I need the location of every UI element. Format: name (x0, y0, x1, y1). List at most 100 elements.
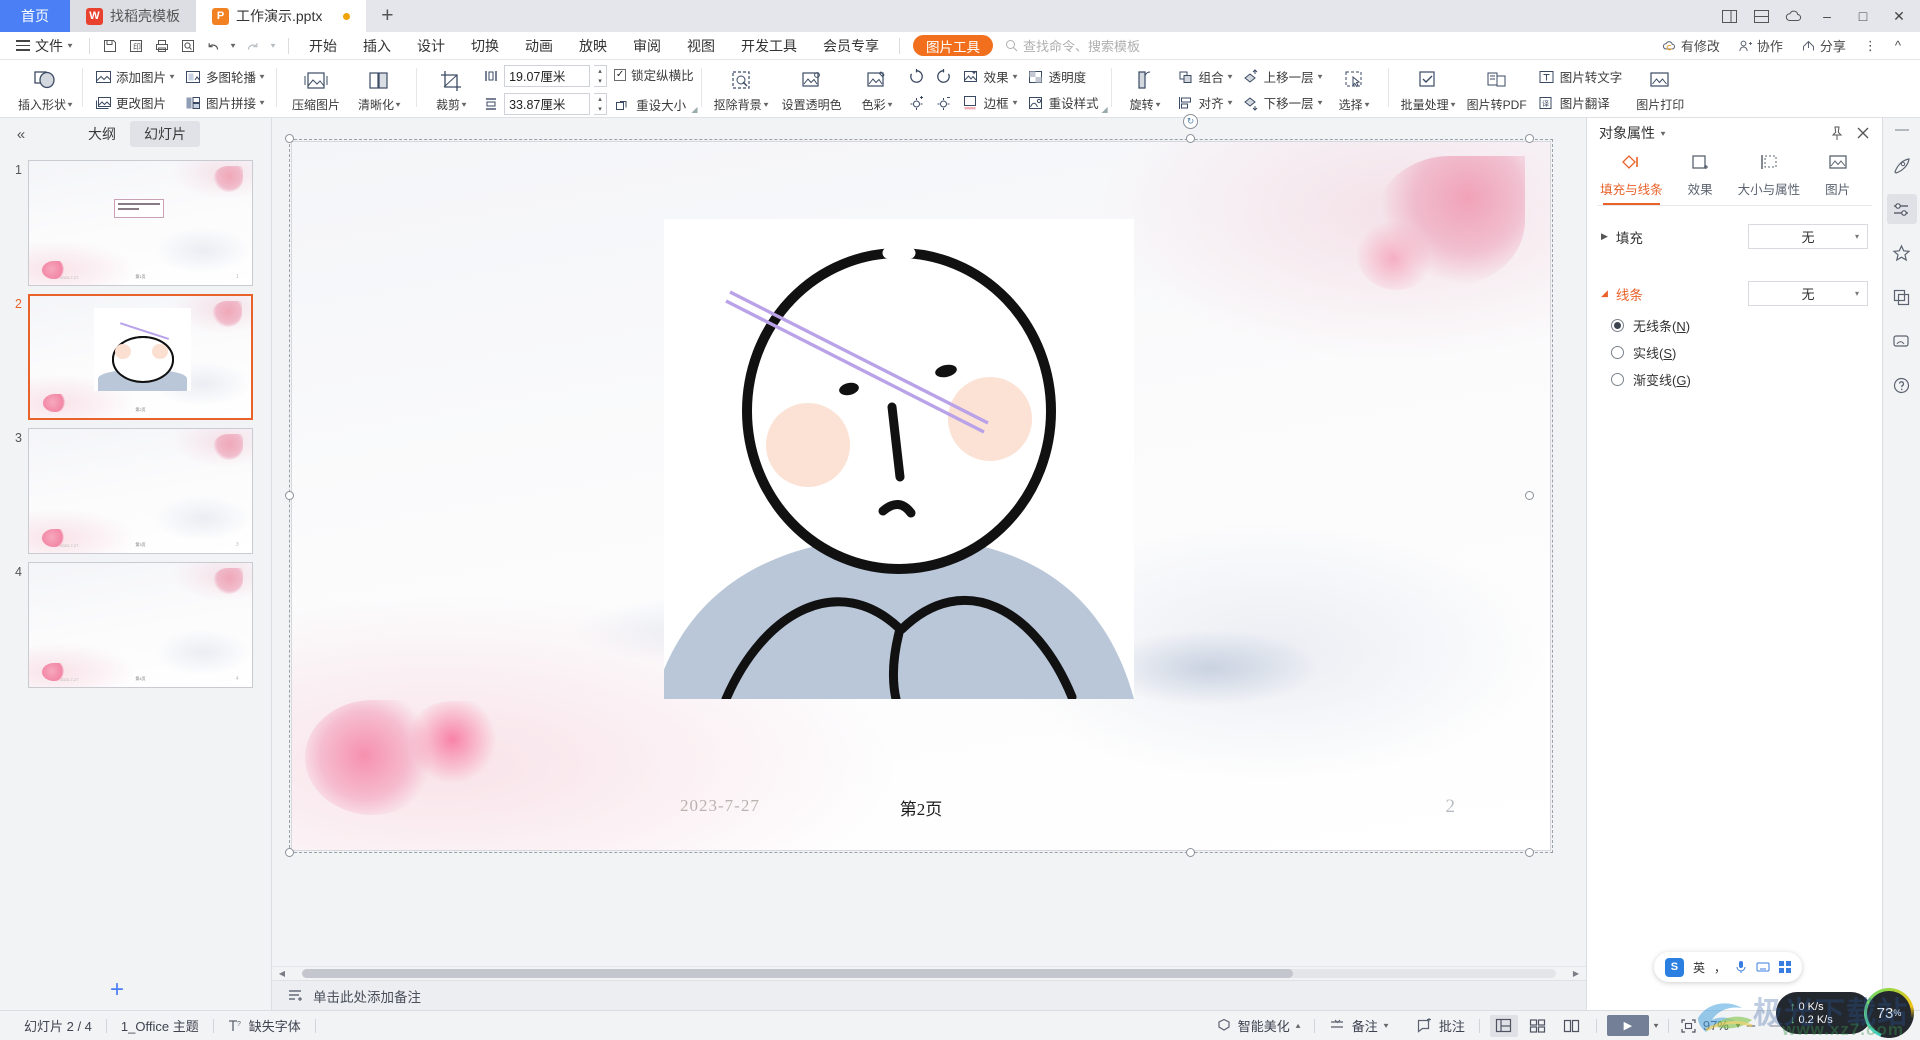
home-tab[interactable]: 首页 (0, 0, 70, 32)
list-item[interactable]: 3 2023-7-27 第3页 3 (0, 424, 271, 558)
pin-icon[interactable] (1830, 126, 1844, 141)
menu-item-insert[interactable]: 插入 (350, 33, 404, 59)
help-circle-icon[interactable] (1887, 370, 1917, 400)
save-icon[interactable] (97, 34, 123, 58)
zoom-level[interactable]: 97% (1703, 1018, 1729, 1033)
status-theme[interactable]: 1_Office 主题 (107, 1016, 213, 1035)
add-picture-button[interactable]: 添加图片 ▾ (89, 64, 179, 89)
redo-icon[interactable] (239, 34, 265, 58)
chevron-down-icon[interactable]: ▾ (1735, 1021, 1740, 1030)
chevron-down-icon[interactable]: ▾ (1653, 1021, 1658, 1030)
close-icon[interactable] (1856, 126, 1870, 141)
rotate-left-button[interactable] (931, 64, 957, 89)
resize-handle-top-right[interactable] (1525, 134, 1534, 143)
status-missing-font[interactable]: ? 缺失字体 (214, 1016, 315, 1035)
menu-item-animation[interactable]: 动画 (512, 33, 566, 59)
radio-no-line[interactable]: 无线条(N) (1611, 316, 1882, 335)
slide-thumbnail[interactable]: 2023-7-27 第1页 1 (28, 160, 253, 286)
height-stepper[interactable]: ▴ ▾ (594, 92, 608, 115)
rail-handle[interactable] (1887, 126, 1917, 136)
lock-aspect-ratio-checkbox[interactable]: ✓ 锁定纵横比 (614, 63, 694, 87)
border-button[interactable]: 边框 ▾ (957, 90, 1022, 115)
slide-list[interactable]: 1 2023-7-27 第1页 1 2 第2页 3 2023-7-27 第3页 … (0, 150, 271, 968)
adjust-dialog-launcher[interactable]: ◢ (1101, 105, 1107, 114)
tab-outline[interactable]: 大纲 (74, 121, 130, 147)
command-search[interactable]: 查找命令、搜索模板 (1005, 36, 1140, 55)
resize-handle-top-left[interactable] (285, 134, 294, 143)
tab-presentation[interactable]: P 工作演示.pptx (196, 0, 367, 32)
rotate-handle[interactable]: ↻ (1183, 114, 1198, 129)
list-item[interactable]: 1 2023-7-27 第1页 1 (0, 156, 271, 290)
collaborate-button[interactable]: 协作 (1731, 36, 1790, 55)
carousel-button[interactable]: 多图轮播 ▾ (179, 64, 269, 89)
width-stepper[interactable]: ▴ ▾ (594, 64, 608, 87)
ime-language[interactable]: 英 (1693, 959, 1705, 976)
horizontal-scrollbar[interactable]: ◀ ▶ (272, 966, 1586, 980)
tab-picture[interactable]: 图片 (1803, 152, 1872, 205)
play-icon[interactable]: ▶ (1606, 1015, 1649, 1036)
scroll-left-icon[interactable]: ◀ (276, 969, 288, 978)
radio-gradient-line[interactable]: 渐变线(G) (1611, 370, 1882, 389)
menu-item-review[interactable]: 审阅 (620, 33, 674, 59)
slide-thumbnail[interactable]: 2023-7-27 第4页 4 (28, 562, 253, 688)
sharpen-button[interactable]: 清晰化 ▾ (349, 62, 409, 117)
insert-shape-button[interactable]: 插入形状 ▾ (15, 62, 75, 117)
add-slide-button[interactable]: + (110, 976, 124, 1004)
color-button[interactable]: 色彩 ▾ (850, 62, 904, 117)
batch-process-button[interactable]: 批量处理 ▾ (1395, 62, 1461, 117)
brightness-down-button[interactable] (931, 91, 957, 116)
rotate-right-button[interactable] (904, 64, 930, 89)
reading-view-icon[interactable] (1558, 1015, 1586, 1037)
compress-picture-button[interactable]: 压缩图片 (283, 62, 349, 117)
minimize-button[interactable]: – (1810, 0, 1844, 32)
fill-select[interactable]: 无 ▾ (1748, 224, 1868, 249)
keyboard-icon[interactable] (1756, 961, 1770, 973)
picture-width-input[interactable]: 19.07厘米 (504, 64, 591, 87)
print-icon[interactable] (149, 34, 175, 58)
close-button[interactable]: ✕ (1882, 0, 1916, 32)
current-slide[interactable]: 2023-7-27 第2页 2 (292, 142, 1550, 850)
smart-beautify-button[interactable]: 智能美化 ▴ (1202, 1016, 1314, 1035)
brightness-up-button[interactable] (904, 91, 930, 116)
line-select[interactable]: 无 ▾ (1748, 281, 1868, 306)
effects-button[interactable]: 效果 ▾ (957, 64, 1022, 89)
apps-icon[interactable] (1779, 961, 1791, 973)
slide-sorter-icon[interactable] (1524, 1015, 1552, 1037)
select-objects-button[interactable]: 选择 ▾ (1327, 62, 1381, 117)
menu-item-start[interactable]: 开始 (296, 33, 350, 59)
picture-to-pdf-button[interactable]: 图片转PDF (1461, 62, 1533, 117)
rotate-button[interactable]: 旋转 ▾ (1118, 62, 1172, 117)
picture-height-input[interactable]: 33.87厘米 (504, 92, 591, 115)
crop-button[interactable]: 裁剪 ▾ (423, 62, 479, 117)
tab-picture-tools[interactable]: 图片工具 (913, 35, 994, 56)
punctuation-icon[interactable]: ， (1714, 959, 1726, 976)
slide-thumbnail[interactable]: 第2页 (28, 294, 253, 420)
fit-to-window-icon[interactable] (1681, 1018, 1696, 1033)
reset-style-button[interactable]: 重设样式 (1022, 90, 1104, 115)
set-transparent-color-button[interactable]: 设置透明色 (774, 62, 850, 117)
resource-icon[interactable] (1887, 326, 1917, 356)
scrollbar-track[interactable] (302, 969, 1556, 978)
resize-handle-left[interactable] (285, 491, 294, 500)
cpu-usage-widget[interactable]: 73% (1864, 988, 1914, 1038)
zoom-out-button[interactable]: – (1747, 1017, 1755, 1034)
menu-item-slideshow[interactable]: 放映 (566, 33, 620, 59)
mic-icon[interactable] (1735, 960, 1747, 974)
share-button[interactable]: 分享 (1794, 36, 1853, 55)
layout-icon[interactable] (1714, 1, 1744, 31)
slide-thumbnail[interactable]: 2023-7-27 第3页 3 (28, 428, 253, 554)
split-icon[interactable] (1746, 1, 1776, 31)
align-button[interactable]: 对齐 ▾ (1172, 90, 1237, 115)
tab-fill-and-line[interactable]: 填充与线条 (1597, 152, 1666, 205)
new-tab-button[interactable]: + (366, 0, 409, 32)
scrollbar-thumb[interactable] (302, 969, 1293, 978)
properties-slider-icon[interactable] (1886, 194, 1917, 224)
menu-item-transition[interactable]: 切换 (458, 33, 512, 59)
bring-forward-button[interactable]: 上移一层 ▾ (1237, 64, 1327, 89)
print-preview-icon[interactable]: 印 (123, 34, 149, 58)
send-backward-button[interactable]: 下移一层 ▾ (1237, 90, 1327, 115)
ime-toolbar[interactable]: S 英 ， (1653, 952, 1802, 982)
cloud-icon[interactable] (1778, 1, 1808, 31)
tab-size-and-properties[interactable]: 大小与属性 (1735, 152, 1804, 205)
normal-view-icon[interactable] (1489, 1014, 1518, 1037)
